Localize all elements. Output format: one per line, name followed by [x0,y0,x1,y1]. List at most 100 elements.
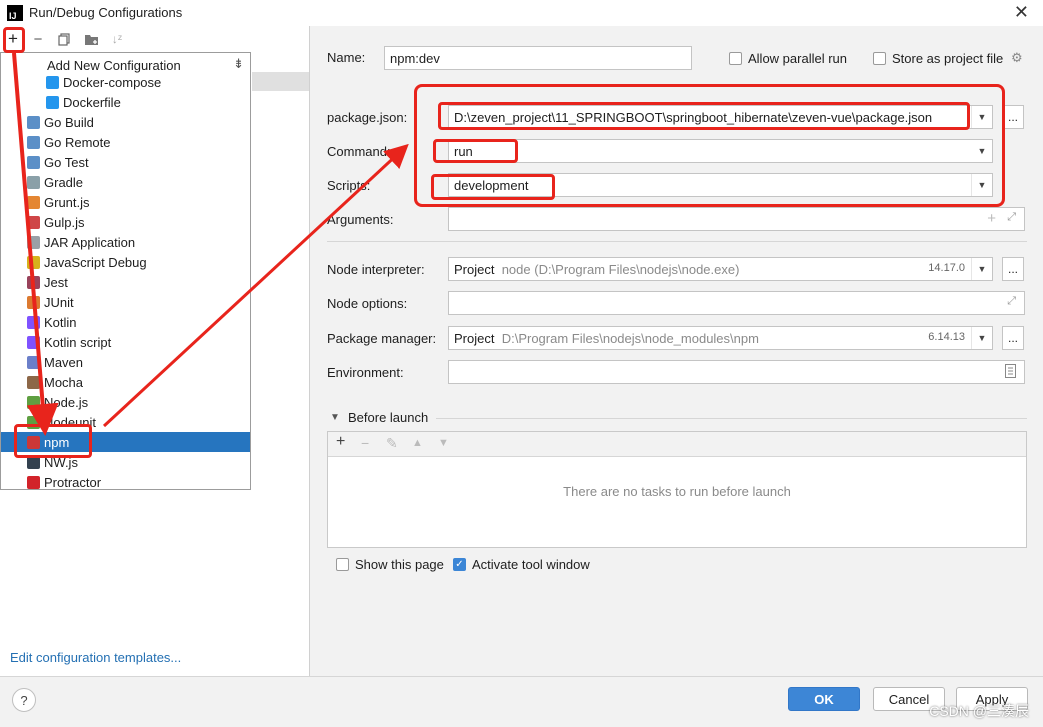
configuration-type-label: Gradle [44,174,84,190]
show-this-page-label: Show this page [355,557,444,572]
configuration-type-item[interactable]: JavaScript Debug [1,252,250,272]
name-label: Name: [327,50,366,65]
edit-templates-link[interactable]: Edit configuration templates... [10,650,181,665]
configuration-type-label: Dockerfile [63,94,121,110]
expand-icon[interactable]: ⤢ [1007,295,1016,308]
chevron-down-icon[interactable]: ▼ [971,258,992,280]
configuration-type-item[interactable]: Gulp.js [1,212,250,232]
gradle-icon [27,175,40,189]
node-options-label: Node options: [327,296,408,311]
before-launch-list: + − ✎ ▲ ▼ There are no tasks to run befo… [327,431,1027,548]
node-options-input[interactable]: ⤢ [448,291,1025,315]
configuration-type-label: Kotlin script [44,334,112,350]
add-task-icon[interactable]: + [336,433,345,451]
before-launch-toolbar: + − ✎ ▲ ▼ [328,432,1026,457]
close-icon[interactable]: ✕ [1014,2,1029,23]
allow-parallel-checkbox[interactable] [729,52,742,65]
package-manager-label: Package manager: [327,331,437,346]
intellij-logo-icon: IJ [7,5,23,21]
popup-title: Add New Configuration [47,58,181,73]
configuration-type-item[interactable]: Node.js [1,392,250,412]
configuration-type-label: Grunt.js [44,194,90,210]
copy-icon[interactable] [55,30,73,48]
configuration-type-item[interactable]: Go Build [1,112,250,132]
remove-task-icon[interactable]: − [361,435,369,451]
environment-input[interactable] [448,360,1025,384]
store-project-file-label: Store as project file [892,51,1004,66]
node-interpreter-label: Node interpreter: [327,262,425,277]
configuration-type-item[interactable]: Go Test [1,152,250,172]
arguments-input[interactable]: + ⤢ [448,207,1025,231]
document-icon[interactable] [1005,364,1016,381]
annotation-box-package-json [438,102,970,130]
folder-add-icon[interactable] [82,30,100,48]
node-interpreter-path: node (D:\Program Files\nodejs\node.exe) [501,261,740,277]
move-down-icon[interactable]: ▼ [438,437,449,449]
collapse-arrow-icon[interactable]: ▼ [330,412,340,423]
configuration-type-item[interactable]: Grunt.js [1,192,250,212]
remove-configuration-button[interactable]: − [29,30,47,48]
store-project-file-checkbox[interactable] [873,52,886,65]
configuration-type-item[interactable]: Kotlin script [1,332,250,352]
configuration-type-item[interactable]: JUnit [1,292,250,312]
configuration-type-item[interactable]: Maven [1,352,250,372]
mocha-icon [27,375,40,389]
configuration-type-item[interactable]: Mocha [1,372,250,392]
configuration-type-label: Node.js [44,394,89,410]
javascript-debug-icon [27,255,40,269]
configuration-type-item[interactable]: Dockerfile [1,92,250,112]
configuration-type-label: Maven [44,354,84,370]
gear-icon[interactable]: ⚙ [1011,50,1023,66]
configuration-type-item[interactable]: Docker-compose [1,72,250,92]
configuration-type-label: Go Test [44,154,89,170]
sort-alpha-icon[interactable]: ⇟ [233,56,244,72]
browse-package-json-button[interactable]: ... [1002,105,1024,129]
show-this-page-checkbox[interactable] [336,558,349,571]
configuration-type-item[interactable]: Go Remote [1,132,250,152]
configuration-type-label: Go Remote [44,134,111,150]
activate-tool-window-checkbox[interactable]: ✓ [453,558,466,571]
configuration-type-label: JavaScript Debug [44,254,147,270]
expand-icon[interactable]: ⤢ [1007,211,1016,224]
help-button[interactable]: ? [12,688,36,712]
command-label: Command: [327,144,391,159]
gulp-icon [27,215,40,229]
name-input[interactable]: npm:dev [384,46,692,70]
go-test-icon [27,155,40,169]
configuration-type-label: Docker-compose [63,74,162,90]
configuration-type-item[interactable]: Protractor [1,472,250,490]
chevron-down-icon[interactable]: ▼ [971,327,992,349]
jar-icon [27,235,40,249]
move-up-icon[interactable]: ▲ [412,437,423,449]
package-json-label: package.json: [327,110,408,125]
annotation-box-add [3,27,25,53]
plus-icon[interactable]: + [987,210,996,227]
edit-pencil-icon[interactable]: ✎ [386,435,398,452]
annotation-box-command [433,139,518,163]
activate-tool-window-label: Activate tool window [472,557,590,572]
annotation-box-npm [14,424,92,458]
go-remote-icon [27,135,40,149]
browse-package-manager-button[interactable]: ... [1002,326,1024,350]
configuration-type-item[interactable]: Kotlin [1,312,250,332]
configuration-type-item[interactable]: Jest [1,272,250,292]
configuration-type-label: Kotlin [44,314,77,330]
maven-icon [27,355,40,369]
node-version: 14.17.0 [928,262,965,274]
sort-icon[interactable]: ↓ᶻ [108,30,126,48]
scripts-label: Scripts: [327,178,371,193]
junit-icon [27,295,40,309]
environment-label: Environment: [327,365,404,380]
browse-node-interpreter-button[interactable]: ... [1002,257,1024,281]
nodejs-icon [27,395,40,409]
configuration-type-label: Protractor [44,474,102,490]
tree-selected-row [252,72,309,91]
node-interpreter-prefix: Project [454,261,495,277]
configuration-type-label: Go Build [44,114,94,130]
configuration-type-item[interactable]: Gradle [1,172,250,192]
node-interpreter-combo[interactable]: Project node (D:\Program Files\nodejs\no… [448,257,993,281]
configuration-type-item[interactable]: JAR Application [1,232,250,252]
package-manager-combo[interactable]: Project D:\Program Files\nodejs\node_mod… [448,326,993,350]
grunt-icon [27,195,40,209]
ok-button[interactable]: OK [788,687,860,711]
